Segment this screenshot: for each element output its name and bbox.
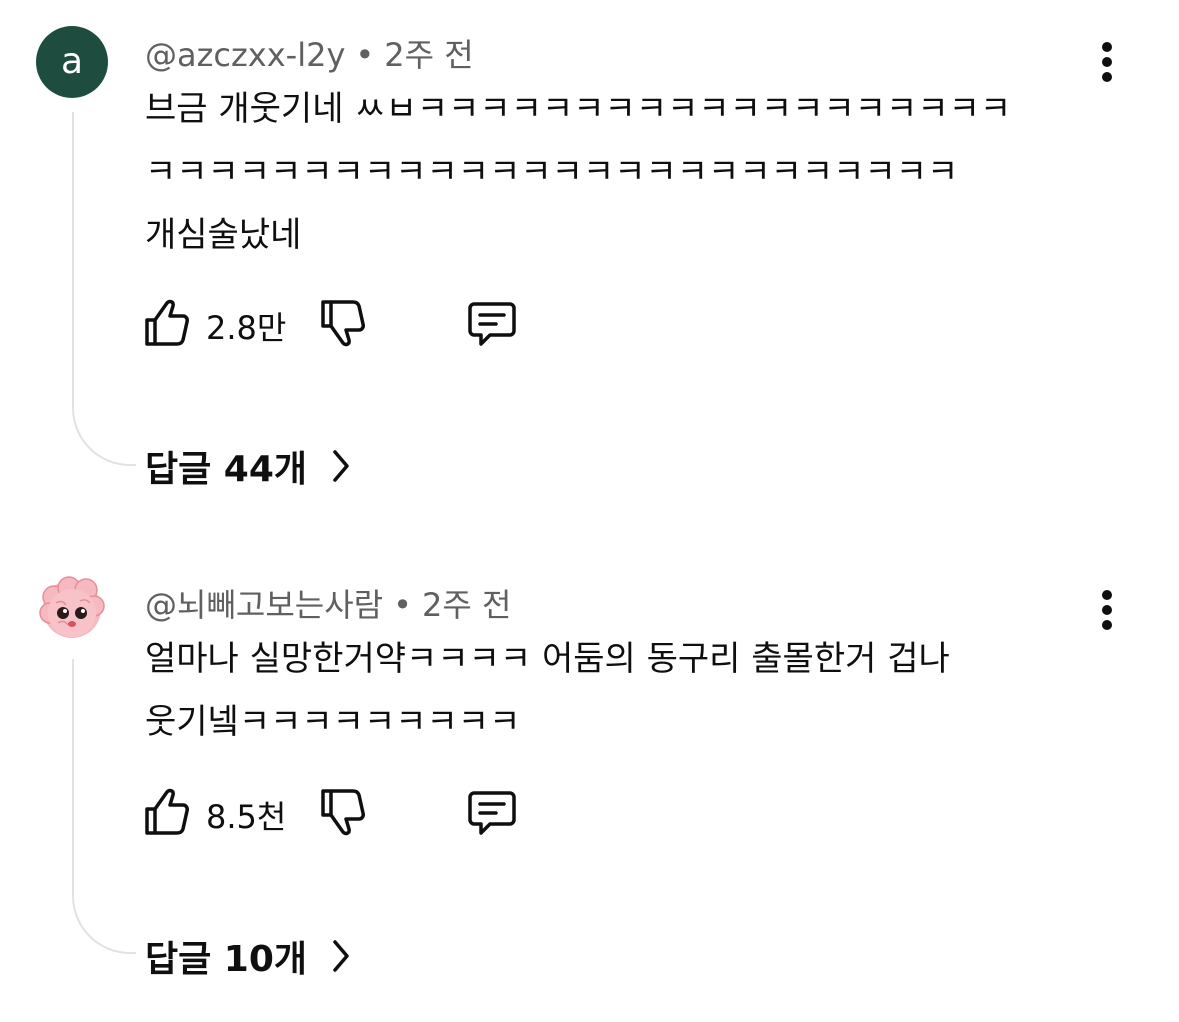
view-replies-button[interactable]: 답글 10개 bbox=[145, 930, 352, 980]
comment-text: 얼마나 실망한거약ㅋㅋㅋㅋ 어둠의 동구리 출몰한거 겁나 웃기넼ㅋㅋㅋㅋㅋㅋㅋ… bbox=[145, 639, 950, 742]
chevron-right-icon bbox=[333, 450, 349, 482]
timestamp[interactable]: 2주 전 bbox=[422, 586, 511, 624]
reply-button[interactable] bbox=[464, 295, 520, 351]
dislike-button[interactable] bbox=[316, 295, 368, 351]
replies-label: 답글 44개 bbox=[145, 449, 307, 490]
separator: • bbox=[355, 36, 375, 74]
username[interactable]: @azczxx-l2y bbox=[145, 36, 345, 74]
more-vert-icon bbox=[1102, 590, 1112, 600]
brain-character-avatar bbox=[39, 576, 105, 638]
chevron-right-icon bbox=[333, 940, 349, 972]
like-count: 2.8만 bbox=[206, 309, 287, 347]
more-vert-icon bbox=[1102, 42, 1112, 52]
thumb-down-icon bbox=[321, 300, 365, 347]
dislike-button[interactable] bbox=[316, 784, 368, 840]
comment-icon bbox=[468, 302, 516, 346]
thread-line bbox=[72, 659, 136, 954]
reply-button[interactable] bbox=[464, 784, 520, 840]
timestamp[interactable]: 2주 전 bbox=[384, 36, 473, 74]
thumb-up-icon bbox=[145, 788, 189, 835]
comment-icon bbox=[468, 791, 516, 835]
avatar-letter: a bbox=[60, 41, 84, 82]
username[interactable]: @뇌빼고보는사람 bbox=[145, 586, 383, 624]
thumb-up-icon bbox=[145, 299, 189, 346]
like-count: 8.5천 bbox=[206, 798, 287, 836]
avatar[interactable] bbox=[36, 573, 108, 645]
comment-text: 브금 개웃기네 ㅆㅂㅋㅋㅋㅋㅋㅋㅋㅋㅋㅋㅋㅋㅋㅋㅋㅋㅋㅋㅋ ㅋㅋㅋㅋㅋㅋㅋㅋㅋㅋ… bbox=[145, 89, 1012, 255]
avatar[interactable]: a bbox=[36, 26, 108, 98]
comment-header: @뇌빼고보는사람 • 2주 전 bbox=[145, 580, 511, 626]
like-button[interactable] bbox=[140, 295, 192, 351]
separator: • bbox=[393, 586, 412, 624]
replies-label: 답글 10개 bbox=[145, 939, 307, 980]
comment-header: @azczxx-l2y • 2주 전 bbox=[145, 30, 474, 76]
thread-line bbox=[72, 112, 136, 466]
view-replies-button[interactable]: 답글 44개 bbox=[145, 440, 352, 490]
more-options-button[interactable] bbox=[1090, 588, 1124, 632]
thumb-down-icon bbox=[321, 789, 365, 836]
like-button[interactable] bbox=[140, 784, 192, 840]
